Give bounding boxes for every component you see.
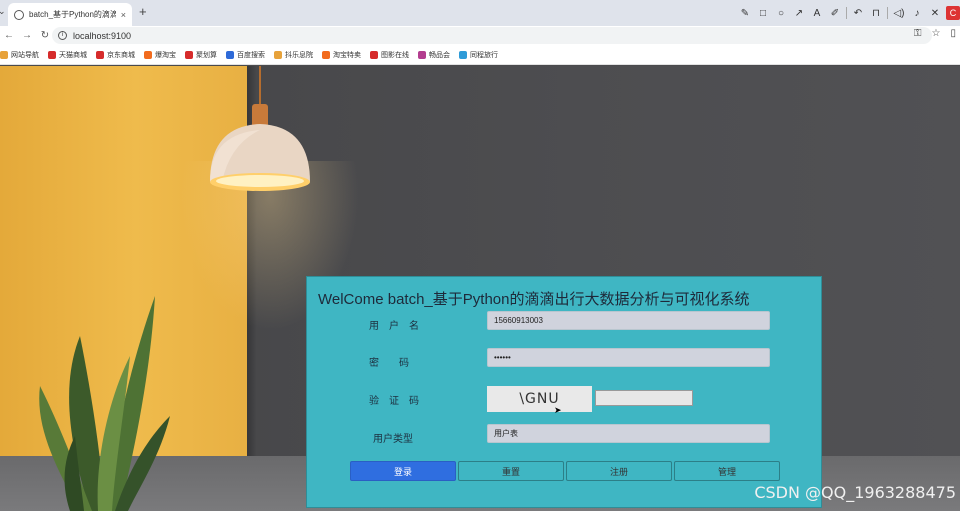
usertype-select[interactable]: 用户表 (487, 424, 770, 443)
bookmark-item[interactable]: 网站导航 (0, 50, 39, 60)
username-input[interactable]: 15660913003 (487, 311, 770, 330)
bookmark-label: 天猫商城 (59, 51, 87, 59)
address-actions: ⚿ ☆ ▯ (914, 28, 956, 39)
bookmarks-bar: 网站导航 天猫商城 京东商城 爆淘宝 聚划算 百度搜索 抖乐息院 淘宝特卖 图影在线 畅品会 同程旅… (0, 45, 960, 65)
bookmark-favicon-icon (226, 50, 234, 59)
bookmark-favicon-icon (459, 50, 467, 59)
watermark: CSDN @QQ_1963288475 (754, 483, 956, 502)
bookmark-item[interactable]: 图影在线 (370, 50, 409, 60)
address-input[interactable]: i localhost:9100 (52, 27, 932, 44)
pen-icon[interactable]: ✎ (738, 8, 752, 19)
browser-tab-active[interactable]: batch_基于Python的滴滴出行... × (8, 3, 132, 26)
username-label: 用 户 名 (369, 321, 419, 332)
toolbar-divider (887, 7, 888, 19)
text-icon[interactable]: A (810, 8, 824, 19)
mouse-cursor-icon: ➤ (554, 405, 562, 415)
bookmark-favicon-icon (0, 50, 8, 59)
marker-icon[interactable]: ✐ (828, 8, 842, 19)
bookmark-item[interactable]: 抖乐息院 (274, 50, 313, 60)
record-icon[interactable]: C (946, 6, 960, 20)
login-panel: WelCome batch_基于Python的滴滴出行大数据分析与可视化系统 用… (306, 276, 822, 508)
tab-title: batch_基于Python的滴滴出行... (29, 10, 116, 19)
address-bar-row: ← → ↻ i localhost:9100 ⚿ ☆ ▯ (0, 26, 960, 45)
bookmark-favicon-icon (185, 50, 193, 59)
bookmark-label: 聚划算 (196, 51, 217, 59)
bookmark-label: 京东商城 (107, 51, 135, 59)
bookmark-label: 网站导航 (11, 51, 39, 59)
site-info-icon[interactable]: i (58, 31, 67, 40)
captcha-image[interactable]: \GNU (487, 386, 592, 412)
password-label: 密 码 (369, 358, 409, 369)
circle-icon[interactable]: ○ (774, 8, 788, 19)
tab-search-chevron-icon[interactable]: ⌄ (0, 6, 6, 17)
admin-button[interactable]: 管理 (674, 461, 780, 481)
bookmark-label: 图影在线 (381, 51, 409, 59)
bookmark-favicon-icon (48, 50, 56, 59)
clear-icon[interactable]: ⊓ (869, 8, 883, 19)
bookmark-label: 淘宝特卖 (333, 51, 361, 59)
sidebar-icon[interactable]: ▯ (950, 28, 956, 39)
bookmark-favicon-icon (322, 50, 330, 59)
bookmark-item[interactable]: 京东商城 (96, 50, 135, 60)
bookmark-favicon-icon (96, 50, 104, 59)
toolbar-divider (846, 7, 847, 19)
bookmark-label: 畅品会 (429, 51, 450, 59)
login-button[interactable]: 登录 (350, 461, 456, 481)
forward-icon[interactable]: → (18, 30, 36, 41)
usertype-label: 用户类型 (373, 434, 413, 445)
tab-strip: ⌄ batch_基于Python的滴滴出行... × + ✎ □ ○ ↗ A ✐… (0, 0, 960, 26)
speaker-icon[interactable]: ◁) (892, 8, 906, 19)
reset-button[interactable]: 重置 (458, 461, 564, 481)
close-icon[interactable]: ✕ (928, 8, 942, 19)
bookmark-item[interactable]: 同程旅行 (459, 50, 498, 60)
toolbar-right: ✎ □ ○ ↗ A ✐ ↶ ⊓ ◁) ♪ ✕ C (738, 0, 960, 26)
undo-icon[interactable]: ↶ (851, 8, 865, 19)
arrow-icon[interactable]: ↗ (792, 8, 806, 19)
bookmark-favicon-icon (370, 50, 378, 59)
captcha-label: 验 证 码 (369, 396, 419, 407)
tab-close-icon[interactable]: × (121, 10, 126, 20)
bookmark-favicon-icon (274, 50, 282, 59)
page-title: WelCome batch_基于Python的滴滴出行大数据分析与可视化系统 (318, 291, 750, 308)
bookmark-favicon-icon (418, 50, 426, 59)
star-icon[interactable]: ☆ (932, 28, 941, 39)
mic-icon[interactable]: ♪ (910, 8, 924, 19)
back-icon[interactable]: ← (0, 30, 18, 41)
bookmark-label: 百度搜索 (237, 51, 265, 59)
register-button[interactable]: 注册 (566, 461, 672, 481)
bookmark-label: 同程旅行 (470, 51, 498, 59)
rectangle-icon[interactable]: □ (756, 8, 770, 19)
pendant-lamp (210, 104, 310, 191)
bookmark-item[interactable]: 畅品会 (418, 50, 450, 60)
key-icon[interactable]: ⚿ (914, 28, 922, 39)
bookmark-item[interactable]: 爆淘宝 (144, 50, 176, 60)
globe-icon (14, 9, 24, 20)
lamp-cord (259, 66, 261, 108)
password-input[interactable]: •••••• (487, 348, 770, 367)
bookmark-label: 爆淘宝 (155, 51, 176, 59)
bookmark-favicon-icon (144, 50, 152, 59)
bookmark-item[interactable]: 百度搜索 (226, 50, 265, 60)
new-tab-button[interactable]: + (139, 4, 147, 19)
bookmark-item[interactable]: 天猫商城 (48, 50, 87, 60)
bookmark-item[interactable]: 淘宝特卖 (322, 50, 361, 60)
address-text: localhost:9100 (73, 30, 132, 41)
bookmark-item[interactable]: 聚划算 (185, 50, 217, 60)
bookmark-label: 抖乐息院 (285, 51, 313, 59)
captcha-input[interactable] (595, 390, 693, 406)
plant-leaves (39, 296, 170, 511)
